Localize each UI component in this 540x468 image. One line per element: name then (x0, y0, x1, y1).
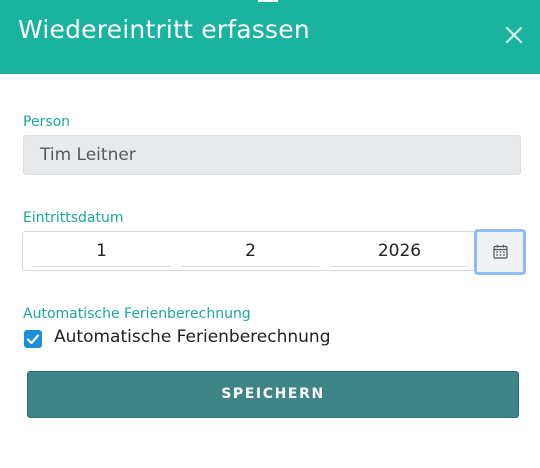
calendar-button[interactable] (474, 229, 526, 275)
calendar-icon (493, 244, 508, 259)
dialog-title: Wiedereintritt erfassen (18, 15, 310, 44)
person-field: Tim Leitner (23, 135, 521, 175)
year-input[interactable]: 2026 (331, 236, 468, 267)
vacation-section-label: Automatische Ferienberechnung (23, 306, 251, 322)
person-label: Person (23, 114, 71, 130)
entry-date-field: 1 2 2026 (22, 231, 474, 271)
entry-date-label: Eintrittsdatum (23, 210, 124, 226)
close-icon[interactable] (503, 24, 525, 46)
checkmark-icon (26, 334, 40, 345)
header-notch (258, 0, 278, 2)
save-button[interactable]: SPEICHERN (27, 371, 519, 418)
vacation-checkbox[interactable] (24, 330, 42, 348)
vacation-checkbox-label[interactable]: Automatische Ferienberechnung (54, 327, 331, 347)
month-input[interactable]: 2 (182, 236, 319, 267)
dialog-header: Wiedereintritt erfassen (0, 0, 540, 74)
day-input[interactable]: 1 (33, 236, 170, 267)
